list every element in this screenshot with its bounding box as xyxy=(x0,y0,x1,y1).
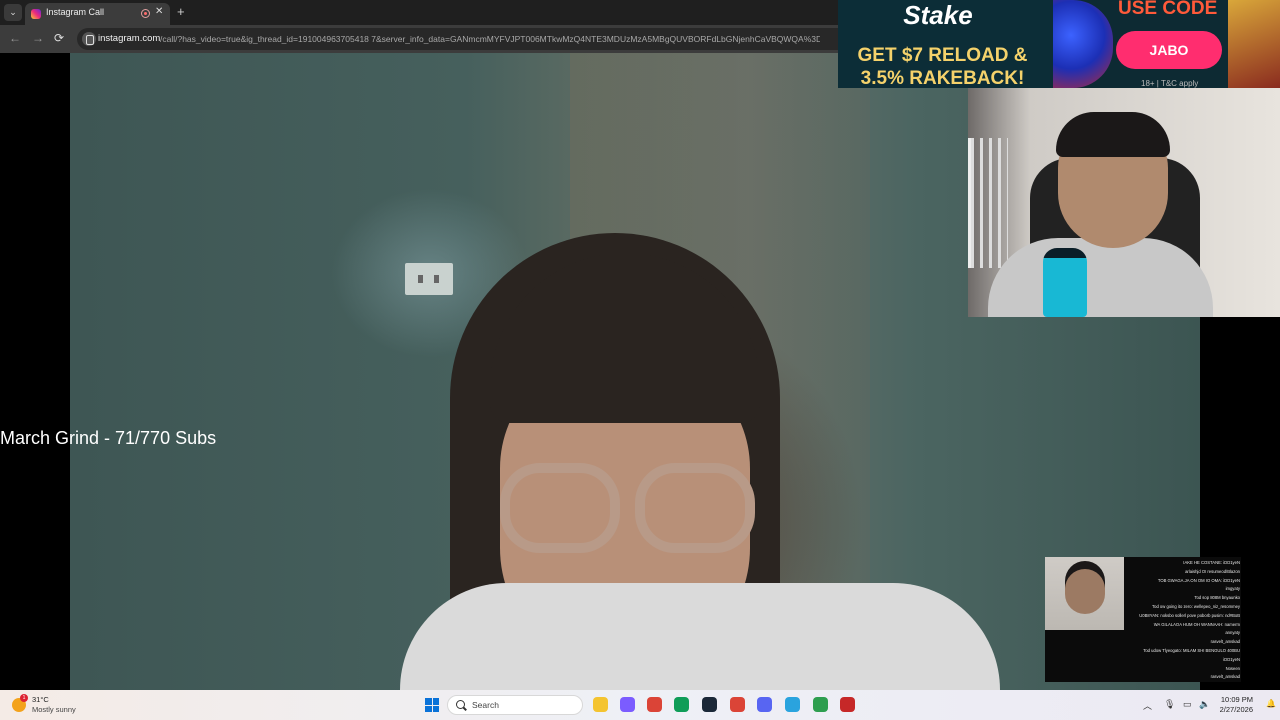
ad-use-code-label: USE CODE xyxy=(1118,0,1218,19)
streamer-headset xyxy=(1056,112,1170,157)
chat-list: IAKE HE COSTANE: iDD1yeN arlaishjd OI res… xyxy=(1126,559,1240,682)
streamer-webcam xyxy=(968,88,1280,317)
stream-preview-chat: IAKE HE COSTANE: iDD1yeN arlaishjd OI res… xyxy=(1045,557,1241,682)
caller-glasses xyxy=(500,453,760,553)
caller-shirt xyxy=(400,583,1000,690)
instagram-icon xyxy=(31,9,41,19)
weather-temp: 31°C xyxy=(32,695,49,704)
windows-logo-icon xyxy=(425,698,432,705)
chrome-icon[interactable] xyxy=(730,697,745,712)
glasses-lens-left xyxy=(500,463,620,553)
telegram-icon[interactable] xyxy=(785,697,800,712)
chat-message: rasvelt_amskad xyxy=(1210,674,1240,680)
clock-date[interactable]: 2/27/2026 xyxy=(1215,705,1253,714)
chat-message: arlaishjd OI resumeod/Blazon xyxy=(1185,568,1240,574)
record-app-icon[interactable] xyxy=(840,697,855,712)
weather-desc: Mostly sunny xyxy=(32,705,76,714)
copilot-icon[interactable] xyxy=(620,697,635,712)
mini-webcam-preview xyxy=(1045,557,1124,630)
file-explorer-icon[interactable] xyxy=(593,697,608,712)
video-wall-switch xyxy=(405,263,453,295)
notification-bell-icon[interactable]: 🔔 xyxy=(1266,699,1276,708)
smart-speaker-icon xyxy=(1043,248,1087,317)
chat-message: imgyaty xyxy=(1225,586,1240,592)
browser-tabbar: ⌄ Instagram Call ✕ + xyxy=(0,0,838,25)
chat-message: Tod ow going ito zero: wellepeo_niz_reso… xyxy=(1152,603,1240,609)
chat-message: Tod sop 808M bnyaunko xyxy=(1194,595,1240,601)
ad-ball-graphic xyxy=(1053,0,1113,88)
taskbar-search[interactable]: Search xyxy=(447,695,583,715)
chat-message: Tod udow Tlyeogato: MILAM SHI BENGULO 40… xyxy=(1143,647,1240,653)
chrome-icon[interactable] xyxy=(647,697,662,712)
tab-close-button[interactable]: ✕ xyxy=(155,6,163,17)
recording-indicator-icon xyxy=(141,9,150,18)
address-bar[interactable]: instagram.com /call/?has_video=true&ig_t… xyxy=(77,28,838,50)
ad-decoration-graphic xyxy=(1228,0,1280,88)
tab-title: Instagram Call xyxy=(46,7,105,17)
network-icon[interactable]: ▭ xyxy=(1183,699,1192,710)
windows-taskbar: 1 31°C Mostly sunny Search ︿ 🎙 ▭ 🔈 10:09… xyxy=(0,690,1280,720)
chrome-icon[interactable] xyxy=(674,697,689,712)
glasses-lens-right xyxy=(635,463,755,553)
microphone-icon[interactable]: 🎙 xyxy=(1164,699,1175,710)
url-host: instagram.com xyxy=(98,33,161,44)
chat-message: iDD1yeN xyxy=(1223,656,1240,662)
weather-badge: 1 xyxy=(20,694,28,702)
forward-button[interactable]: → xyxy=(32,31,44,45)
chat-message: U0B8YAN: noksbo sollerl pove poborb pusi… xyxy=(1139,612,1240,618)
ad-code-badge: JABO xyxy=(1116,31,1222,69)
chat-message: annyaty xyxy=(1225,630,1240,636)
chat-message: Noseen xyxy=(1225,665,1240,671)
clock-time[interactable]: 10:09 PM xyxy=(1219,695,1253,704)
streamer-shirt xyxy=(988,238,1213,317)
stake-logo: Stake xyxy=(903,0,973,30)
stream-goal-text: March Grind - 71/770 Subs xyxy=(0,428,217,448)
volume-icon[interactable]: 🔈 xyxy=(1199,699,1210,710)
url-path: /call/?has_video=true&ig_thread_id=19100… xyxy=(160,34,820,44)
ad-terms: 18+ | T&C apply xyxy=(1141,79,1199,88)
chat-message: rasvelt_amskad xyxy=(1210,639,1240,645)
tab-instagram-call[interactable]: Instagram Call ✕ xyxy=(25,3,170,25)
ad-left-panel: Stake GET $7 RELOAD & 3.5% RAKEBACK! xyxy=(838,0,1053,88)
back-button[interactable]: ← xyxy=(9,31,21,45)
new-tab-button[interactable]: + xyxy=(177,4,185,19)
chevron-up-icon[interactable]: ︿ xyxy=(1143,699,1152,712)
reload-button[interactable]: ⟳ xyxy=(54,31,64,45)
chat-message: TOB GWAGA.JA ON OM IO OMA: iDD1yeN xyxy=(1157,577,1240,583)
chat-message: WA GILALAOA HUM OH WANNAAH: namerm xyxy=(1153,621,1240,627)
site-info-icon[interactable] xyxy=(82,32,96,46)
search-icon xyxy=(456,700,465,709)
start-button[interactable] xyxy=(425,698,439,712)
tab-list-button[interactable]: ⌄ xyxy=(4,4,22,21)
ad-headline-line2: 3.5% RAKEBACK! xyxy=(860,68,1025,88)
stake-ad-banner: Stake GET $7 RELOAD & 3.5% RAKEBACK! USE… xyxy=(838,0,1280,88)
streaming-app-icon[interactable] xyxy=(813,697,828,712)
search-label: Search xyxy=(472,700,499,710)
ad-headline: GET $7 RELOAD & 3.5% RAKEBACK! xyxy=(840,44,1045,88)
ad-headline-line1: GET $7 RELOAD & xyxy=(857,45,1028,66)
browser-toolbar: ← → ⟳ instagram.com /call/?has_video=tru… xyxy=(0,25,838,53)
steam-icon[interactable] xyxy=(702,697,717,712)
chat-message: IAKE HE COSTANE: iDD1yeN xyxy=(1183,560,1240,565)
webcam-baby-gate xyxy=(968,138,1008,268)
discord-icon[interactable] xyxy=(757,697,772,712)
